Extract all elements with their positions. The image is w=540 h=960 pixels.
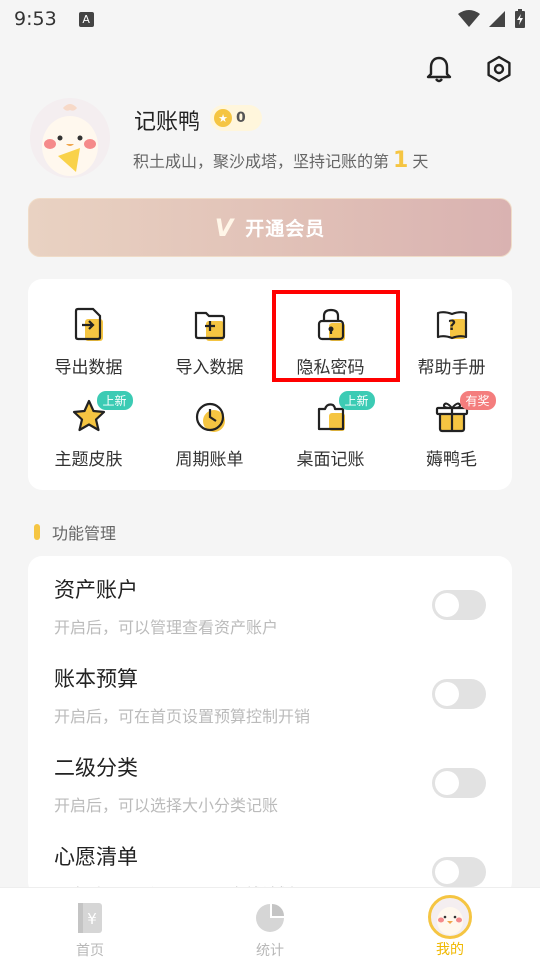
bell-icon (426, 56, 452, 83)
bottom-tab-bar: ¥ 首页 统计 我的 (0, 887, 540, 960)
tab-label: 统计 (256, 943, 284, 959)
grid-label: 主题皮肤 (54, 450, 123, 470)
grid-item-theme[interactable]: 上新 主题皮肤 (28, 391, 149, 470)
toggle-knob (435, 860, 459, 884)
export-data-icon (69, 305, 109, 345)
grid-item-periodic-bill[interactable]: 周期账单 (149, 397, 270, 470)
grid-item-help[interactable]: ? 帮助手册 (391, 305, 512, 378)
tools-grid: 导出数据 导入数据 隐私密码 ? 帮助手册 上新 主题皮肤 周期账单 上新 桌面… (28, 279, 512, 490)
feature-title: 二级分类 (54, 756, 138, 780)
tab-label: 我的 (436, 942, 464, 958)
star-theme-icon: 上新 (69, 391, 133, 437)
feature-row-assets: 资产账户 开启后，可以管理查看资产账户 (28, 560, 512, 646)
duck-avatar-icon (42, 104, 98, 176)
duck-tab-icon (428, 895, 472, 939)
help-manual-icon: ? (432, 305, 472, 345)
section-accent-bar (34, 524, 40, 540)
budget-toggle[interactable] (432, 679, 486, 709)
grid-label: 周期账单 (175, 450, 244, 470)
profile-header: 记账鸭 ★ 0 积土成山，聚沙成塔，坚持记账的第 1 天 (30, 98, 510, 182)
feature-row-subcategory: 二级分类 开启后，可以选择大小分类记账 (28, 738, 512, 824)
grid-item-export[interactable]: 导出数据 (28, 305, 149, 378)
import-data-icon (190, 305, 230, 345)
avatar[interactable] (30, 98, 110, 178)
grid-label: 薅鸭毛 (426, 450, 477, 470)
settings-button[interactable] (484, 54, 514, 84)
vip-banner-button[interactable]: V 开通会员 (28, 198, 512, 257)
coin-count: 0 (236, 110, 246, 126)
wifi-icon (458, 10, 480, 27)
top-actions (424, 54, 514, 84)
clock-icon (190, 397, 230, 437)
vip-mark-icon: V (214, 213, 234, 242)
grid-item-desktop-widget[interactable]: 上新 桌面记账 (270, 391, 391, 470)
gift-icon: 有奖 (432, 391, 496, 437)
coin-badge[interactable]: ★ 0 (210, 105, 262, 131)
grid-item-rewards[interactable]: 有奖 薅鸭毛 (391, 391, 512, 470)
toggle-knob (435, 593, 459, 617)
section-title: 功能管理 (52, 524, 117, 543)
tab-stats[interactable]: 统计 (180, 888, 360, 960)
tab-mine[interactable]: 我的 (360, 888, 540, 960)
feature-desc: 开启后，可在首页设置预算控制开销 (54, 707, 311, 726)
grid-label: 桌面记账 (296, 450, 365, 470)
grid-label: 导入数据 (175, 358, 244, 378)
tagline-prefix: 积土成山，聚沙成塔，坚持记账的第 (133, 152, 390, 171)
svg-text:?: ? (447, 318, 455, 334)
assets-toggle[interactable] (432, 590, 486, 620)
feature-title: 资产账户 (54, 578, 138, 602)
highlight-box (272, 290, 400, 382)
bell-button[interactable] (424, 54, 454, 84)
feature-list: 资产账户 开启后，可以管理查看资产账户 账本预算 开启后，可在首页设置预算控制开… (28, 556, 512, 896)
username: 记账鸭 (134, 110, 201, 135)
signal-icon (489, 11, 505, 27)
streak-tagline: 积土成山，聚沙成塔，坚持记账的第 1 天 (133, 148, 428, 173)
tagline-suffix: 天 (412, 152, 429, 171)
status-time: 9:53 (14, 8, 57, 30)
feature-desc: 开启后，可以选择大小分类记账 (54, 796, 279, 815)
streak-days: 1 (393, 148, 409, 173)
widget-icon: 上新 (311, 391, 375, 437)
feature-row-wishlist: 心愿清单 开启后，可以记录心愿、存钱计划 (28, 827, 512, 896)
tab-label: 首页 (76, 943, 104, 959)
pie-chart-icon (252, 900, 288, 936)
coin-icon: ★ (214, 109, 232, 127)
grid-item-import[interactable]: 导入数据 (149, 305, 270, 378)
feature-title: 心愿清单 (54, 845, 138, 869)
tab-home[interactable]: ¥ 首页 (0, 888, 180, 960)
prize-tag: 有奖 (459, 391, 496, 410)
feature-row-budget: 账本预算 开启后，可在首页设置预算控制开销 (28, 649, 512, 735)
subcategory-toggle[interactable] (432, 768, 486, 798)
notification-icon: A (78, 11, 94, 27)
grid-label: 导出数据 (54, 358, 123, 378)
ledger-icon: ¥ (72, 900, 108, 936)
svg-text:¥: ¥ (87, 910, 97, 928)
wishlist-toggle[interactable] (432, 857, 486, 887)
grid-label: 帮助手册 (417, 358, 486, 378)
section-header: 功能管理 (34, 520, 116, 544)
new-tag: 上新 (338, 391, 375, 410)
battery-icon (515, 9, 525, 28)
status-icons (458, 9, 526, 29)
feature-title: 账本预算 (54, 667, 138, 691)
vip-label: 开通会员 (245, 218, 326, 240)
toggle-knob (435, 682, 459, 706)
new-tag: 上新 (96, 391, 133, 410)
feature-desc: 开启后，可以管理查看资产账户 (54, 618, 279, 637)
toggle-knob (435, 771, 459, 795)
gear-icon (487, 55, 511, 83)
status-bar: 9:53 A (0, 0, 540, 38)
